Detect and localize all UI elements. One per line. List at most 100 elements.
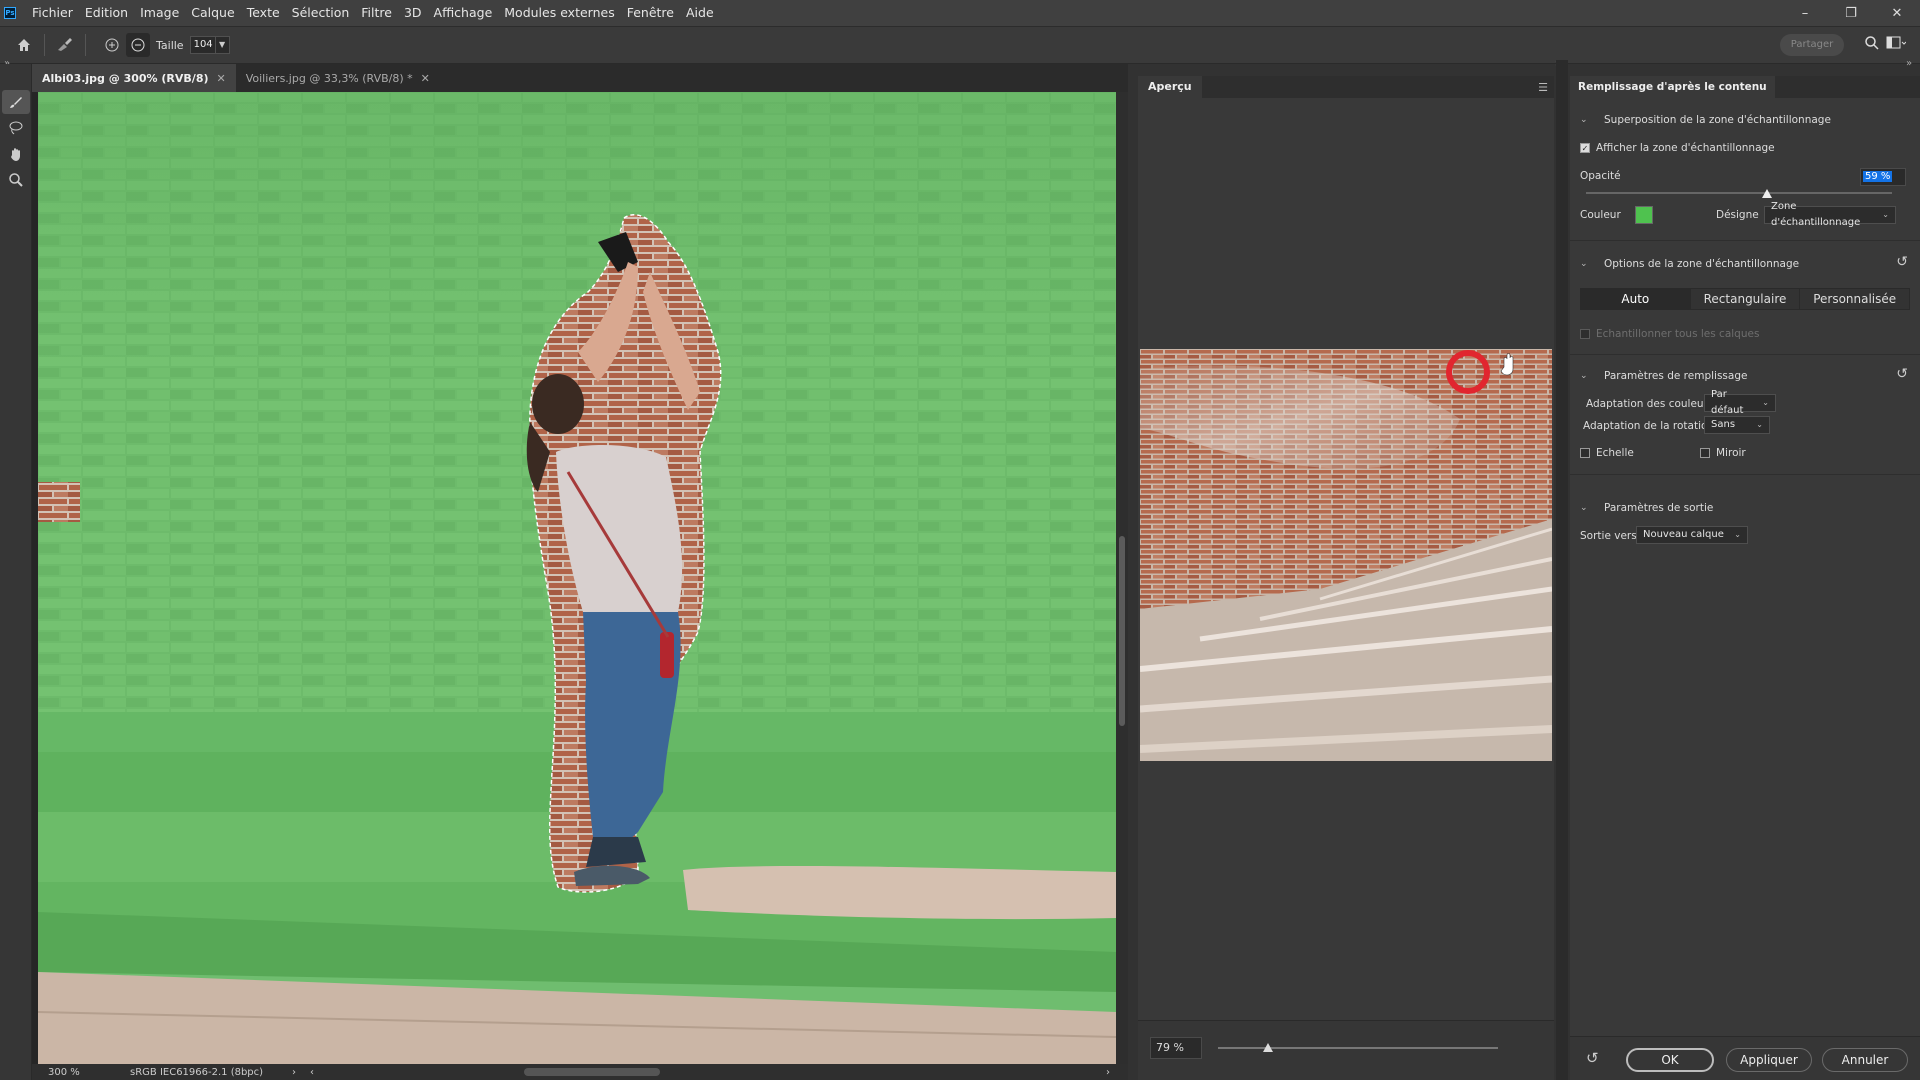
menu-edition[interactable]: Edition — [79, 0, 134, 26]
tab-voiliers[interactable]: Voiliers.jpg @ 33,3% (RVB/8) * ✕ — [235, 64, 440, 92]
opacity-input[interactable]: 59 % — [1860, 168, 1906, 186]
opacity-slider-knob[interactable] — [1761, 189, 1772, 198]
output-to-dropdown[interactable]: Nouveau calque ⌄ — [1636, 526, 1748, 544]
vertical-scrollbar[interactable] — [1116, 92, 1128, 1064]
sample-all-layers-row: Echantillonner tous les calques — [1580, 328, 1759, 340]
panel-menu-icon[interactable]: ☰ — [1538, 81, 1548, 94]
options-separator — [44, 34, 45, 56]
opacity-label: Opacité — [1580, 170, 1621, 182]
horizontal-scrollbar-thumb[interactable] — [524, 1068, 660, 1076]
close-icon[interactable]: ✕ — [1874, 0, 1920, 26]
zoom-tool-icon[interactable] — [2, 168, 30, 192]
ok-button[interactable]: OK — [1626, 1048, 1714, 1072]
panel-divider — [1556, 60, 1568, 1080]
tab-preview[interactable]: Aperçu — [1138, 76, 1202, 98]
chevron-left-icon[interactable]: ‹ — [310, 1067, 314, 1078]
chevron-down-icon: ⌄ — [1882, 210, 1889, 219]
menu-image[interactable]: Image — [134, 0, 185, 26]
color-label: Couleur — [1580, 209, 1621, 221]
tab-label: Albi03.jpg @ 300% (RVB/8) — [42, 71, 209, 85]
restore-icon[interactable]: ❐ — [1828, 0, 1874, 26]
menu-fenetre[interactable]: Fenêtre — [621, 0, 680, 26]
collapse-right-icon[interactable]: » — [1906, 58, 1912, 69]
document-canvas[interactable] — [32, 92, 1128, 1064]
reset-all-icon[interactable]: ↺ — [1586, 1049, 1599, 1067]
preview-zoom-slider[interactable] — [1218, 1047, 1498, 1049]
preview-zoom-input[interactable]: 79 % — [1150, 1037, 1202, 1059]
props-header: Remplissage d'après le contenu — [1570, 76, 1920, 98]
add-to-sample-icon[interactable] — [100, 33, 124, 57]
brush-preset-icon[interactable] — [53, 33, 77, 57]
size-label: Taille — [156, 38, 184, 52]
search-icon[interactable] — [1864, 35, 1880, 55]
mirror-row[interactable]: Miroir — [1700, 447, 1746, 459]
chevron-right-icon[interactable]: › — [292, 1067, 296, 1078]
section-sampling-overlay[interactable]: ⌄ Superposition de la zone d'échantillon… — [1580, 114, 1831, 126]
reset-icon[interactable]: ↺ — [1896, 254, 1908, 270]
hand-tool-icon[interactable] — [2, 142, 30, 166]
lasso-tool-icon[interactable] — [2, 116, 30, 140]
close-tab-icon[interactable]: ✕ — [217, 72, 226, 85]
reset-icon[interactable]: ↺ — [1896, 366, 1908, 382]
home-icon[interactable] — [12, 33, 36, 57]
divider — [1570, 240, 1920, 241]
close-tab-icon[interactable]: ✕ — [421, 72, 430, 85]
section-output-settings[interactable]: ⌄ Paramètres de sortie — [1580, 502, 1713, 514]
menu-aide[interactable]: Aide — [680, 0, 720, 26]
rotation-adapt-dropdown[interactable]: Sans ⌄ — [1704, 416, 1770, 434]
preview-image[interactable] — [1140, 349, 1552, 761]
menu-texte[interactable]: Texte — [241, 0, 286, 26]
tab-albi03[interactable]: Albi03.jpg @ 300% (RVB/8) ✕ — [32, 64, 236, 92]
subtract-from-sample-icon[interactable] — [126, 33, 150, 57]
menu-fichier[interactable]: Fichier — [26, 0, 79, 26]
mode-auto-button[interactable]: Auto — [1581, 289, 1691, 309]
chevron-right-icon[interactable]: › — [1106, 1067, 1110, 1078]
status-profile: sRGB IEC61966-2.1 (8bpc) — [130, 1066, 264, 1078]
cancel-button[interactable]: Annuler — [1822, 1048, 1908, 1072]
preview-zoom-slider-knob[interactable] — [1263, 1043, 1274, 1052]
rotation-adapt-value: Sans — [1711, 419, 1736, 430]
scrollbar-thumb[interactable] — [1119, 536, 1125, 726]
opacity-slider[interactable] — [1586, 192, 1892, 194]
chevron-down-icon[interactable]: ▼ — [215, 36, 230, 54]
canvas-image[interactable] — [38, 92, 1116, 1064]
show-sampling-row[interactable]: ✓ Afficher la zone d'échantillonnage — [1580, 142, 1775, 154]
tab-label: Voiliers.jpg @ 33,3% (RVB/8) * — [245, 71, 413, 85]
tab-content-aware-fill[interactable]: Remplissage d'après le contenu — [1570, 76, 1775, 98]
chevron-down-icon[interactable]: ⌄ — [1580, 371, 1592, 381]
menu-modules-externes[interactable]: Modules externes — [498, 0, 620, 26]
section-fill-settings[interactable]: ⌄ Paramètres de remplissage — [1580, 370, 1747, 382]
document-tabs: Albi03.jpg @ 300% (RVB/8) ✕ Voiliers.jpg… — [32, 64, 1128, 92]
size-input[interactable]: 104 — [189, 36, 216, 54]
chevron-down-icon[interactable]: ⌄ — [1580, 503, 1592, 513]
photoshop-logo-icon: Ps — [4, 7, 16, 19]
menu-3d[interactable]: 3D — [398, 0, 428, 26]
apply-button[interactable]: Appliquer — [1726, 1048, 1812, 1072]
sample-all-layers-label: Echantillonner tous les calques — [1596, 328, 1760, 340]
mirror-checkbox[interactable] — [1700, 448, 1710, 458]
menu-calque[interactable]: Calque — [185, 0, 240, 26]
chevron-down-icon[interactable]: ⌄ — [1580, 115, 1592, 125]
menu-affichage[interactable]: Affichage — [428, 0, 499, 26]
share-button[interactable]: Partager — [1780, 34, 1844, 56]
color-swatch[interactable] — [1634, 206, 1653, 224]
section-sampling-options[interactable]: ⌄ Options de la zone d'échantillonnage — [1580, 258, 1799, 270]
menu-selection[interactable]: Sélection — [286, 0, 356, 26]
workspace-icon[interactable] — [1886, 35, 1907, 55]
indicates-dropdown[interactable]: Zone d'échantillonnage ⌄ — [1764, 201, 1896, 228]
status-zoom[interactable]: 300 % — [32, 1067, 130, 1078]
scale-row[interactable]: Echelle — [1580, 447, 1634, 459]
chevron-down-icon[interactable]: ⌄ — [1580, 259, 1592, 269]
divider — [1570, 474, 1920, 475]
status-bar: 300 % sRGB IEC61966-2.1 (8bpc) › ‹ › — [32, 1064, 1128, 1080]
sampling-brush-tool-icon[interactable] — [2, 90, 30, 114]
minimize-icon[interactable]: – — [1782, 0, 1828, 26]
menu-filtre[interactable]: Filtre — [355, 0, 398, 26]
show-sampling-checkbox[interactable]: ✓ — [1580, 143, 1590, 153]
color-adapt-dropdown[interactable]: Par défaut ⌄ — [1704, 389, 1776, 416]
scale-checkbox[interactable] — [1580, 448, 1590, 458]
preview-panel: Aperçu ☰ 79 % — [1138, 76, 1554, 1080]
mode-custom-button[interactable]: Personnalisée — [1800, 289, 1910, 309]
mode-rectangular-button[interactable]: Rectangulaire — [1690, 289, 1801, 309]
props-footer: ↺ OK Appliquer Annuler — [1570, 1036, 1920, 1080]
